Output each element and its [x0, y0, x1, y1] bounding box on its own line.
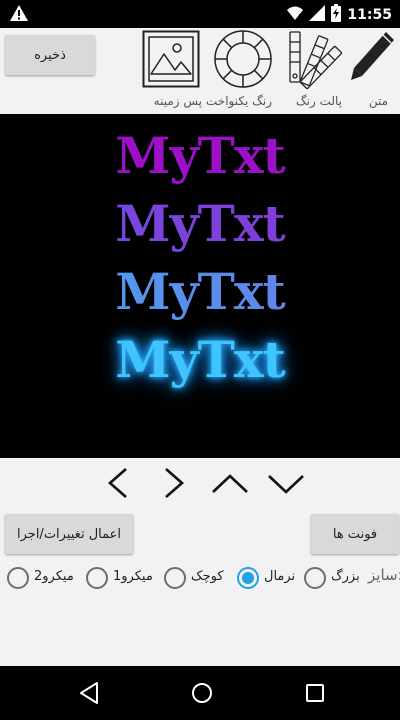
preview-text-1: MyTxt	[115, 126, 286, 185]
back-icon	[76, 682, 104, 710]
signal-icon	[309, 5, 326, 25]
move-controls	[0, 458, 400, 508]
size-label-micro1: میکرو1	[113, 569, 153, 584]
recents-icon	[301, 684, 329, 710]
status-time: 11:55	[347, 7, 392, 23]
tool-text[interactable]: متن	[346, 28, 400, 114]
home-icon	[188, 683, 216, 710]
size-label: سایز:	[368, 566, 400, 584]
text-preview-canvas: MyTxt MyTxt MyTxt MyTxt	[0, 114, 400, 458]
size-label-normal: نرمال	[264, 569, 296, 584]
size-label-large: بزرگ	[331, 569, 360, 584]
pencil-icon	[348, 28, 398, 94]
chevron-right-icon	[154, 468, 194, 503]
tool-solid-color-label: رنگ یکنواخت	[206, 94, 273, 108]
size-radio-large[interactable]	[304, 567, 326, 589]
save-button[interactable]: ذخیره	[5, 35, 95, 75]
navigation-bar	[0, 666, 400, 720]
wifi-icon	[287, 5, 304, 25]
chevron-left-icon	[98, 468, 138, 503]
size-radio-group: سایز: بزرگ نرمال کوچک میکرو1 میکرو2	[0, 564, 400, 594]
size-radio-normal[interactable]	[237, 567, 259, 589]
tool-solid-color[interactable]: رنگ یکنواخت	[206, 28, 282, 114]
status-bar: 11:55	[0, 0, 400, 28]
preview-text-3: MyTxt	[0, 262, 400, 321]
fonts-button[interactable]: فونت ها	[311, 514, 399, 554]
size-label-small: کوچک	[191, 569, 224, 584]
preview-text-2: MyTxt	[0, 194, 400, 253]
move-down-button[interactable]	[266, 466, 306, 500]
size-label-micro2: میکرو2	[34, 569, 74, 584]
toolbar: ذخیره پس زمینه رنگ یکنواخت پالت رنگ متن	[0, 28, 400, 114]
move-left-button[interactable]	[98, 466, 138, 500]
color-palette-icon	[286, 28, 343, 94]
nav-recents-button[interactable]	[301, 679, 329, 707]
move-right-button[interactable]	[154, 466, 194, 500]
nav-home-button[interactable]	[188, 679, 216, 707]
tool-background-label: پس زمینه	[153, 94, 202, 108]
size-radio-small[interactable]	[164, 567, 186, 589]
chevron-down-icon	[266, 475, 306, 503]
apply-changes-button[interactable]: اعمال تغییرات/اجرا	[5, 514, 133, 554]
tool-palette[interactable]: پالت رنگ	[284, 28, 344, 114]
chevron-up-icon	[210, 474, 250, 503]
image-icon	[142, 30, 200, 92]
tool-palette-label: پالت رنگ	[295, 94, 342, 108]
tool-background[interactable]: پس زمینه	[140, 28, 202, 114]
nav-back-button[interactable]	[76, 679, 104, 707]
tool-text-label: متن	[368, 94, 388, 108]
size-radio-micro2[interactable]	[7, 567, 29, 589]
battery-charging-icon	[331, 4, 342, 26]
move-up-button[interactable]	[210, 466, 250, 500]
color-wheel-icon	[213, 29, 273, 93]
size-radio-micro1[interactable]	[86, 567, 108, 589]
preview-text-4: MyTxt	[115, 330, 286, 389]
warning-icon	[10, 5, 28, 25]
